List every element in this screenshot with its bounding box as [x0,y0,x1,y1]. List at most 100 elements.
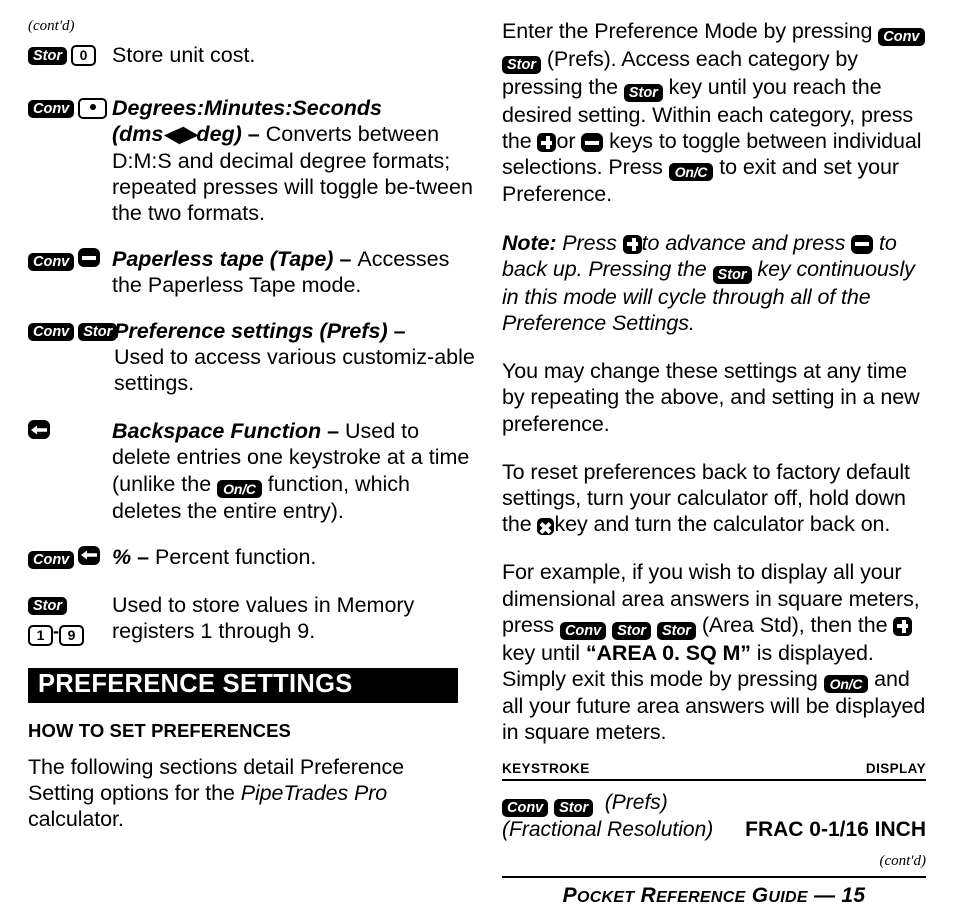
keystroke-label: (Fractional Resolution) [502,818,714,842]
footer-uide: UIDE [768,889,808,907]
backspace-key-icon[interactable] [78,545,101,565]
entry-keys: Stor 1-9 [28,592,112,647]
key-9[interactable]: 9 [59,625,84,647]
plus-key-icon[interactable] [622,234,642,254]
continued-marker-top: (cont'd) [28,18,75,34]
key-stor[interactable]: Stor [554,799,594,818]
entry-description: Backspace Function – Used to delete entr… [112,418,476,524]
key-conv[interactable]: Conv [28,550,75,569]
plus-key-icon[interactable] [893,616,913,636]
subheading-how-to-set-preferences: HOW TO SET PREFERENCES [28,720,291,742]
note-label: Note: [502,230,557,255]
table-row-second-line: (Fractional Resolution) FRAC 0-1/16 INCH [502,817,926,843]
key-conv[interactable]: Conv [559,621,607,640]
continued-marker-bottom: (cont'd) [879,853,926,870]
left-arrow-icon [31,425,47,435]
footer-p: P [562,884,577,908]
minus-key-icon[interactable] [851,234,874,254]
paragraph-enter-preference-mode: Enter the Preference Mode by pressing Co… [502,18,926,208]
entry-title: % [112,544,132,569]
entry-dash: – [321,419,345,444]
entry-dash: – [387,318,406,343]
entry-text: Used to access various customiz-able set… [114,344,475,396]
key-1[interactable]: 1 [28,625,53,647]
key-stor[interactable]: Stor [502,56,541,74]
key-onc[interactable]: On/C [823,675,869,694]
entry-title-line2: (dms◀▶deg) [112,122,242,147]
entry-title: Preference settings (Prefs) [114,318,388,343]
paragraph-reset-preferences: To reset preferences back to factory def… [502,459,926,538]
section-banner-preference-settings: PREFERENCE SETTINGS [28,668,458,704]
entry-description: Used to store values in Memory registers… [112,592,476,644]
paragraph-change-settings: You may change these settings at any tim… [502,359,920,436]
table-row-keys-line: Conv Stor (Prefs) [502,790,926,818]
entry-keys: Conv [28,95,112,120]
minus-key-icon[interactable] [78,248,101,268]
entry-dash: – [241,122,266,147]
key-0[interactable]: 0 [71,45,96,66]
entry-keys: Conv [28,246,112,272]
entry-preference-settings: Conv Stor Preference settings (Prefs) – U… [28,318,476,397]
display-quote: “AREA 0. SQ M” [585,640,751,665]
p4-text-3: key until [502,640,586,665]
entry-dms: Conv Degrees:Minutes:Seconds (dms◀▶deg) … [28,95,476,226]
entry-title: Paperless tape (Tape) [112,247,334,272]
entry-text: Percent function. [155,544,317,569]
key-stor[interactable]: Stor [28,47,67,65]
key-stor[interactable]: Stor [612,621,652,640]
key-onc[interactable]: On/C [217,479,262,498]
entry-description: Preference settings (Prefs) – Used to ac… [114,318,476,397]
note-text-1: Press [556,230,623,255]
p1-text-1: Enter the Preference Mode by pressing [502,19,879,43]
entry-keys: Conv Stor [28,318,118,341]
key-stor[interactable]: Stor [28,597,67,616]
key-stor[interactable]: Stor [712,265,752,284]
display-value: FRAC 0-1/16 INCH [745,818,926,842]
x-key-icon[interactable] [537,518,555,536]
note-text-2: to advance and press [641,230,852,255]
entry-description: Paperless tape (Tape) – Accesses the Pap… [112,246,476,298]
key-stor[interactable]: Stor [623,84,663,102]
footer-ocket: OCKET [576,889,635,907]
p3-text-2: key and turn the calculator back on. [554,512,891,537]
entry-text: Used to store values in Memory registers… [112,593,415,644]
entry-store-unit-cost: Stor 0 Store unit cost. [28,42,476,68]
key-conv[interactable]: Conv [28,100,75,119]
table-row: Conv Stor (Prefs) (Fractional Resolution… [502,790,926,843]
key-onc[interactable]: On/C [668,163,714,182]
entry-title: Backspace Function [112,419,322,444]
entry-dash: – [333,247,358,272]
entry-title: Degrees:Minutes:Seconds [112,96,383,121]
entry-description: % – Percent function. [112,544,476,570]
intro-paragraph: The following sections detail Preference… [28,754,448,833]
entry-percent: Conv % – Percent function. [28,544,476,570]
table-header-display: DISPLAY [865,761,926,777]
keystroke-note: (Prefs) [604,791,668,815]
plus-key-icon[interactable] [537,133,557,153]
minus-key-icon[interactable] [581,133,604,153]
table-header-keystroke: KEYSTROKE [502,761,590,777]
table-header-row: KEYSTROKE DISPLAY [502,761,926,782]
p4-text-2: (Area Std), then the [695,612,894,637]
entry-paperless-tape: Conv Paperless tape (Tape) – Accesses th… [28,246,476,298]
left-column: (cont'd) Stor 0 Store unit cost. Conv Deg… [28,0,476,833]
paragraph-example-area-std: For example, if you wish to display all … [502,559,926,745]
entry-text: Store unit cost. [112,43,256,67]
key-stor[interactable]: Stor [656,621,696,640]
key-conv[interactable]: Conv [502,799,549,818]
product-name: PipeTrades Pro [240,781,388,806]
intro-text-b: calculator. [28,807,124,832]
left-arrow-icon [81,550,98,560]
entry-backspace: Backspace Function – Used to delete entr… [28,418,476,524]
key-stor[interactable]: Stor [78,322,118,341]
backspace-key-icon[interactable] [28,420,50,440]
footer-page-number: — 15 [813,884,866,908]
key-decimal-point[interactable] [78,98,108,120]
page-footer: POCKET REFERENCE GUIDE — 15 [502,878,926,911]
key-conv[interactable]: Conv [878,28,925,46]
key-conv[interactable]: Conv [28,322,75,341]
right-column: Enter the Preference Mode by pressing Co… [502,0,926,911]
footer-g: G [751,884,769,908]
key-conv[interactable]: Conv [28,253,75,272]
p1-text-4: or [556,129,582,154]
